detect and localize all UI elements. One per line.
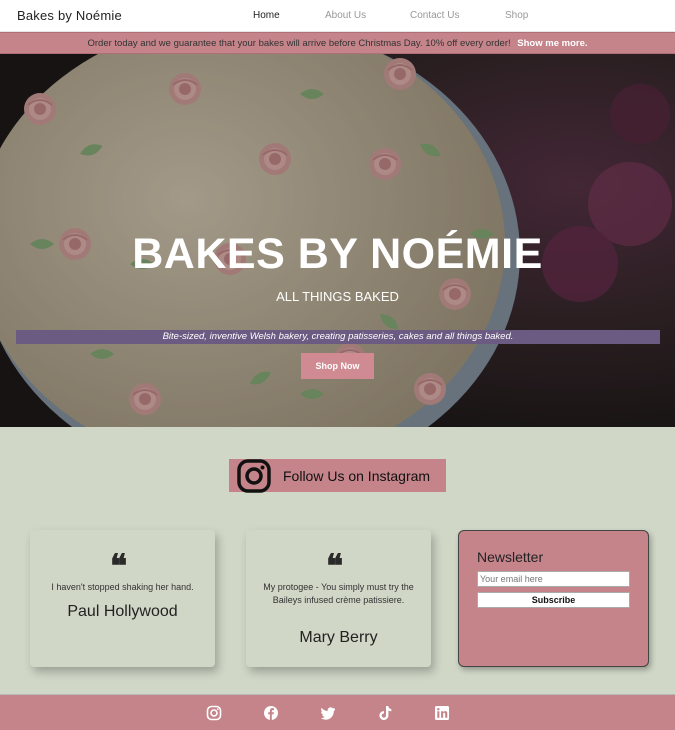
email-input[interactable] <box>477 571 630 587</box>
twitter-icon[interactable] <box>320 705 336 721</box>
instagram-follow-button[interactable]: Follow Us on Instagram <box>229 459 446 493</box>
instagram-icon[interactable] <box>206 705 222 721</box>
testimonial-card: ❝ I haven't stopped shaking her hand. Pa… <box>30 530 215 667</box>
testimonial-text: I haven't stopped shaking her hand. <box>51 582 194 592</box>
testimonial-author: Paul Hollywood <box>67 603 178 620</box>
nav-link-about[interactable]: About Us <box>325 10 366 21</box>
hero-tagline: Bite-sized, inventive Welsh bakery, crea… <box>16 330 660 344</box>
linkedin-icon[interactable] <box>434 705 450 721</box>
instagram-label: Follow Us on Instagram <box>283 468 431 484</box>
instagram-icon <box>237 459 271 493</box>
brand-name[interactable]: Bakes by Noémie <box>17 8 122 23</box>
promo-text: Order today and we guarantee that your b… <box>87 38 511 49</box>
nav-link-contact[interactable]: Contact Us <box>410 10 459 21</box>
hero-title: BAKES BY NOÉMIE <box>132 230 543 278</box>
newsletter-title: Newsletter <box>477 549 544 565</box>
hero-section: BAKES BY NOÉMIE ALL THINGS BAKED Bite-si… <box>0 54 675 427</box>
testimonial-text: My protogee - You simply must try the Ba… <box>263 582 414 605</box>
quote-icon: ❝ <box>110 547 128 585</box>
newsletter-box: Newsletter Subscribe <box>458 530 649 667</box>
shop-now-button[interactable]: Shop Now <box>301 353 374 379</box>
top-navbar: Bakes by Noémie Home About Us Contact Us… <box>0 0 675 32</box>
nav-link-home[interactable]: Home <box>253 10 280 21</box>
testimonial-card: ❝ My protogee - You simply must try the … <box>246 530 431 667</box>
hero-subtitle: ALL THINGS BAKED <box>276 289 399 304</box>
testimonial-author: Mary Berry <box>299 629 378 646</box>
promo-link[interactable]: Show me more. <box>517 38 587 49</box>
tiktok-icon[interactable] <box>377 705 393 721</box>
footer <box>0 694 675 730</box>
promo-banner: Order today and we guarantee that your b… <box>0 32 675 54</box>
quote-icon: ❝ <box>326 547 344 585</box>
facebook-icon[interactable] <box>263 705 279 721</box>
nav-link-shop[interactable]: Shop <box>505 10 528 21</box>
subscribe-button[interactable]: Subscribe <box>477 592 630 608</box>
